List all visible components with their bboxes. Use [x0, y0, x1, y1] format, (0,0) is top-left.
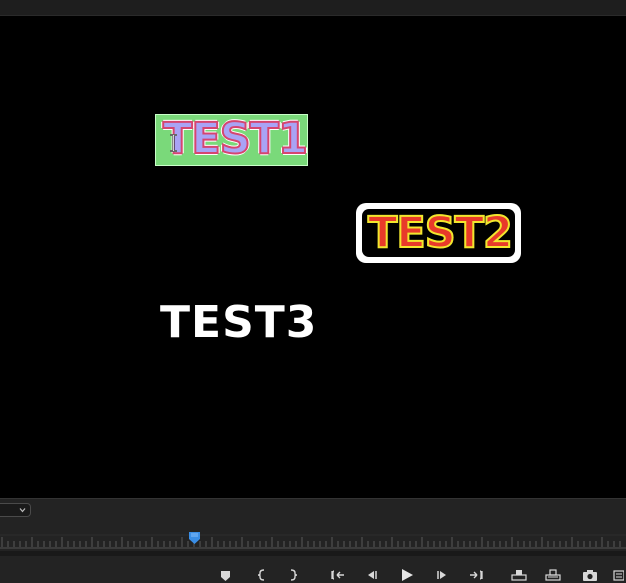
chevron-down-icon: [19, 508, 26, 513]
ruler-baseline: [0, 547, 626, 549]
playhead-icon[interactable]: [188, 532, 201, 544]
program-monitor-header: [0, 0, 626, 16]
program-monitor-viewer[interactable]: [0, 16, 626, 498]
go-to-out-icon[interactable]: [468, 568, 484, 582]
step-back-icon[interactable]: [364, 568, 380, 582]
extract-icon[interactable]: [545, 568, 561, 582]
transport-controls: [0, 562, 626, 582]
resolution-dropdown[interactable]: [0, 503, 31, 517]
mark-out-icon[interactable]: [285, 568, 301, 582]
button-editor-icon[interactable]: [612, 568, 624, 582]
title-test3[interactable]: TEST3: [160, 301, 317, 345]
lift-icon[interactable]: [511, 568, 527, 582]
text-cursor-icon: [170, 134, 177, 152]
mark-in-icon[interactable]: [254, 568, 270, 582]
title-test2[interactable]: TEST2: [367, 211, 514, 256]
play-icon[interactable]: [399, 568, 415, 582]
title-test1[interactable]: TEST1: [162, 117, 309, 162]
timeline-scroll-track[interactable]: [0, 551, 626, 556]
go-to-in-icon[interactable]: [330, 568, 346, 582]
camera-icon[interactable]: [582, 568, 598, 582]
add-marker-icon[interactable]: [218, 568, 234, 582]
step-forward-icon[interactable]: [434, 568, 450, 582]
time-ruler[interactable]: [0, 527, 626, 549]
